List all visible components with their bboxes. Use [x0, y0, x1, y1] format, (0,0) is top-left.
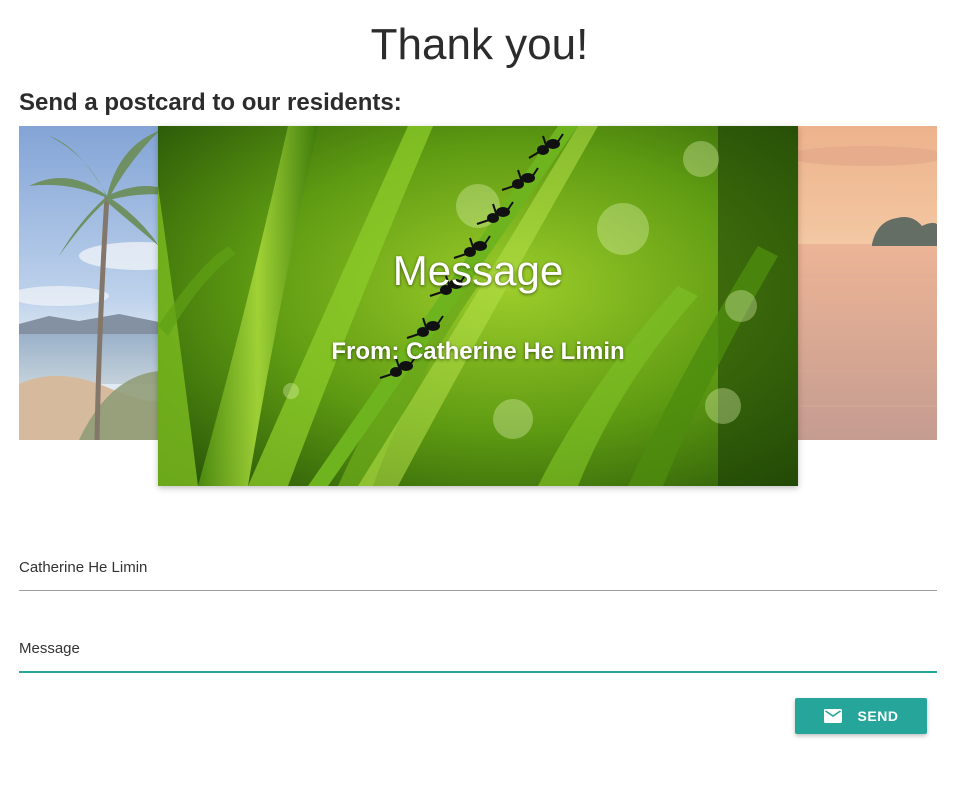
carousel-slide-active[interactable]: Message From: Catherine He Limin	[158, 126, 798, 486]
send-button[interactable]: SEND	[795, 698, 927, 734]
postcard-from-text: From: Catherine He Limin	[331, 338, 625, 365]
green-grass-ants-image	[158, 126, 798, 486]
name-input[interactable]	[19, 556, 937, 580]
postcard-carousel[interactable]: Message From: Catherine He Limin	[19, 126, 937, 486]
postcard-page: Thank you! Send a postcard to our reside…	[0, 0, 959, 791]
send-button-label: SEND	[857, 708, 899, 724]
postcard-message-text: Message	[392, 247, 564, 294]
name-field[interactable]	[19, 556, 937, 591]
carousel-slide-left[interactable]	[19, 126, 179, 440]
page-subtitle: Send a postcard to our residents:	[19, 89, 402, 116]
carousel-slide-right[interactable]	[777, 126, 937, 440]
tropical-beach-image	[19, 126, 179, 440]
page-title: Thank you!	[370, 20, 589, 69]
email-icon	[823, 709, 842, 723]
name-field-underline	[19, 590, 937, 591]
message-field[interactable]	[19, 637, 937, 673]
message-input[interactable]	[19, 637, 937, 661]
message-field-underline	[19, 671, 937, 673]
sunset-sea-image	[777, 126, 937, 440]
